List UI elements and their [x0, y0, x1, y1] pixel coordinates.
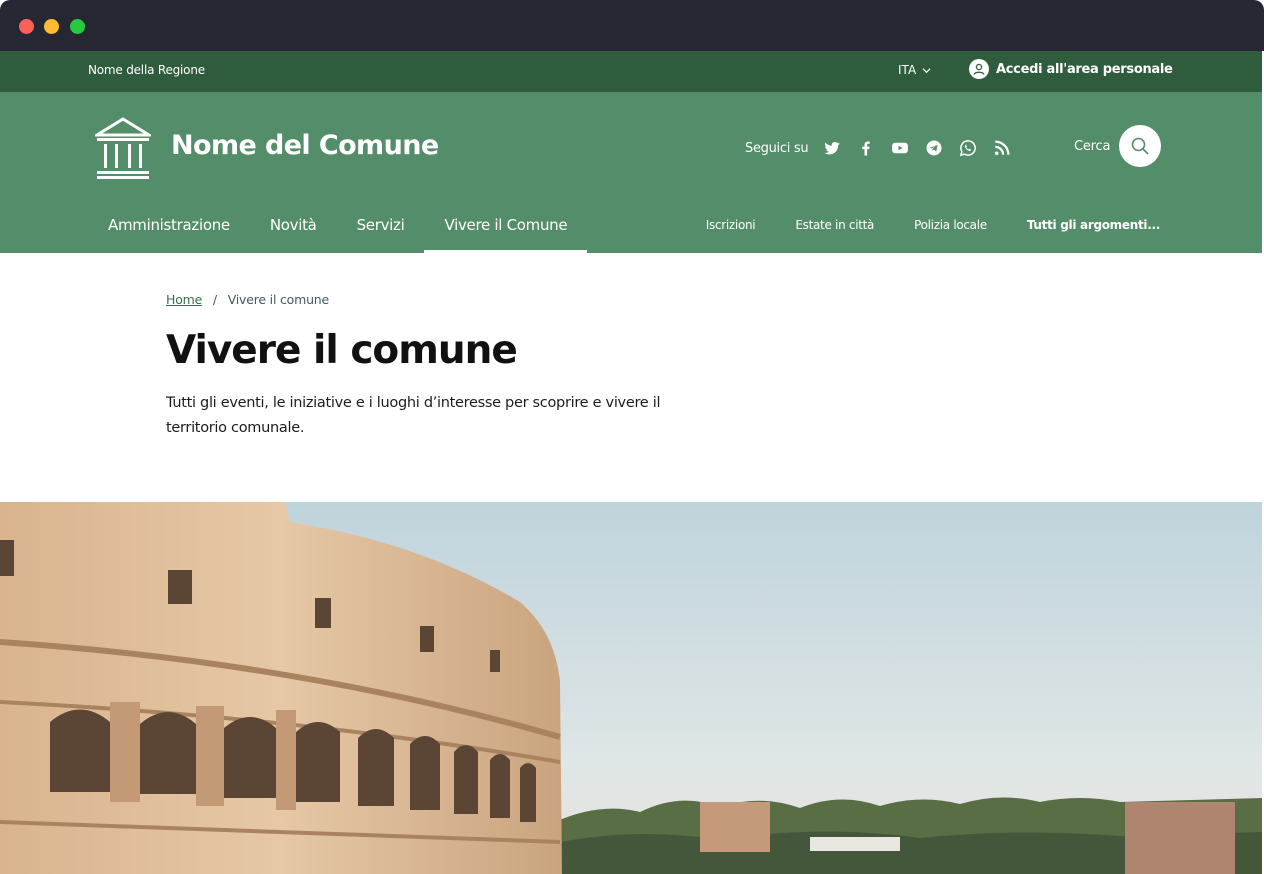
site-title[interactable]: Nome del Comune: [171, 130, 439, 161]
breadcrumb-separator: /: [212, 292, 217, 307]
whatsapp-icon[interactable]: [958, 138, 978, 158]
language-selector[interactable]: ITA: [898, 63, 931, 77]
nav-item-novita[interactable]: Novità: [250, 212, 337, 253]
slim-header: Nome della Regione ITA Accedi all'area p…: [0, 51, 1262, 92]
page-title: Vivere il comune: [166, 328, 518, 373]
follow-label: Seguici su: [745, 140, 809, 156]
region-link[interactable]: Nome della Regione: [88, 63, 205, 77]
breadcrumb: Home / Vivere il comune: [166, 292, 329, 307]
breadcrumb-current: Vivere il comune: [227, 292, 330, 307]
telegram-icon[interactable]: [924, 138, 944, 158]
nav-item-amministrazione[interactable]: Amministrazione: [88, 212, 250, 253]
facebook-icon[interactable]: [856, 138, 876, 158]
hero-image-colosseum: [0, 502, 1262, 874]
town-hall-logo-icon[interactable]: [95, 117, 151, 179]
chevron-down-icon: [922, 67, 931, 73]
nav-link-polizia-locale[interactable]: Polizia locale: [914, 218, 987, 232]
login-button[interactable]: Accedi all'area personale: [969, 59, 1173, 79]
user-icon: [969, 59, 989, 79]
search-label[interactable]: Cerca: [1074, 139, 1110, 154]
secondary-navigation: Iscrizioni Estate in città Polizia local…: [706, 218, 1161, 232]
nav-link-tutti-gli-argomenti[interactable]: Tutti gli argomenti...: [1027, 218, 1160, 232]
window-minimize-button[interactable]: [44, 19, 59, 34]
main-navigation: Amministrazione Novità Servizi Vivere il…: [88, 212, 588, 253]
center-header: Nome del Comune Seguici su Cerca Amminis…: [0, 92, 1262, 253]
search-icon: [1131, 137, 1149, 155]
language-label: ITA: [898, 63, 917, 77]
page-description: Tutti gli eventi, le iniziative e i luog…: [166, 395, 661, 436]
youtube-icon[interactable]: [890, 138, 910, 158]
rss-icon[interactable]: [992, 138, 1012, 158]
social-links: Seguici su: [745, 138, 1026, 158]
search-button[interactable]: [1119, 125, 1161, 167]
login-label: Accedi all'area personale: [996, 61, 1173, 77]
twitter-icon[interactable]: [822, 138, 842, 158]
window-close-button[interactable]: [19, 19, 34, 34]
window-maximize-button[interactable]: [70, 19, 85, 34]
window-title-bar: [0, 0, 1264, 51]
nav-link-estate-in-citta[interactable]: Estate in città: [795, 218, 874, 232]
nav-item-vivere-il-comune[interactable]: Vivere il Comune: [424, 212, 588, 253]
nav-item-servizi[interactable]: Servizi: [337, 212, 425, 253]
breadcrumb-home-link[interactable]: Home: [166, 292, 202, 307]
nav-link-iscrizioni[interactable]: Iscrizioni: [706, 218, 756, 232]
